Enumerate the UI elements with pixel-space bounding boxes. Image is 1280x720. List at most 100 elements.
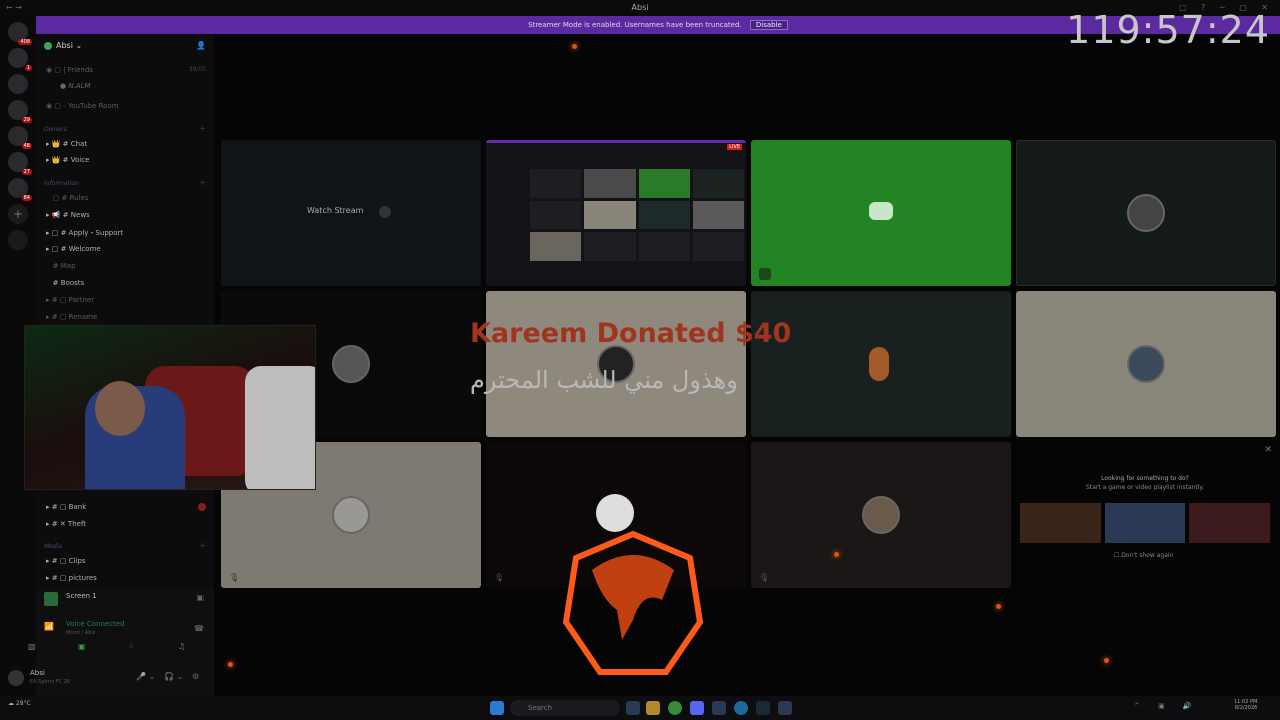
activity-card[interactable]	[1104, 503, 1186, 543]
channel-welcome[interactable]: ▸ ▢ # Welcome	[46, 245, 101, 253]
screen-icon[interactable]: ▣	[78, 642, 86, 651]
file-explorer-icon[interactable]	[646, 701, 660, 715]
channel-voice[interactable]: ▸ 👑 # Voice	[46, 156, 89, 164]
channel-pictures[interactable]: ▸ # ▢ pictures	[46, 574, 97, 582]
steam-icon[interactable]	[756, 701, 770, 715]
participant-tile[interactable]	[751, 291, 1011, 437]
category-owners[interactable]: Owners	[44, 126, 67, 133]
activities-icon[interactable]: ⁘	[128, 642, 135, 651]
badge: 29	[21, 117, 32, 123]
channel-rules[interactable]: ▢ # Rules	[46, 194, 89, 202]
participant-tile[interactable]	[486, 291, 746, 437]
ember-particle	[996, 604, 1001, 609]
voice-connected-status[interactable]: Voice Connected	[66, 620, 125, 628]
donation-message: وهذول مني للشب المحترم	[470, 366, 738, 394]
server-icon[interactable]: 27	[8, 152, 32, 175]
discord-logo-icon	[869, 202, 893, 220]
mini-tile	[692, 200, 744, 230]
channel-label: Theft	[67, 520, 87, 528]
ember-particle	[1104, 658, 1109, 663]
activity-card[interactable]	[1189, 503, 1271, 543]
tray-icons[interactable]: ^ ▣ 🔊	[1134, 702, 1200, 710]
server-icon[interactable]: 29	[8, 100, 32, 123]
channel-chat[interactable]: ▸ 👑 # Chat	[46, 140, 87, 148]
participant-tile[interactable]	[751, 140, 1011, 286]
mini-tile	[638, 232, 690, 261]
dont-show-again-checkbox[interactable]: ☐ Don't show again	[1114, 552, 1173, 559]
home-icon[interactable]: 408	[8, 22, 32, 45]
participant-avatar	[1127, 194, 1165, 232]
mini-tile	[692, 232, 744, 261]
voice-user[interactable]: ● N.ALM	[60, 82, 91, 90]
weather-widget[interactable]: ☁ 28°C	[8, 700, 31, 707]
channel-map[interactable]: # Map	[46, 262, 76, 270]
edge-icon[interactable]	[734, 701, 748, 715]
category-media[interactable]: Media	[44, 543, 62, 550]
popout-icon[interactable]: ▣	[196, 593, 204, 602]
back-forward-icon[interactable]: ← →	[6, 0, 22, 16]
ember-particle	[572, 44, 577, 49]
category-information[interactable]: Information	[44, 180, 79, 187]
channel-rename[interactable]: ▸ # ▢ Rename	[46, 313, 97, 321]
channel-news[interactable]: ▸ 📢 # News	[46, 211, 90, 219]
ember-particle	[228, 662, 233, 667]
app-icon[interactable]	[778, 701, 792, 715]
channel-label: Rules	[69, 194, 89, 202]
participant-avatar	[862, 496, 900, 534]
activity-card[interactable]	[1020, 503, 1101, 543]
disconnect-icon[interactable]: ☎	[194, 624, 204, 633]
participant-tile[interactable]	[1016, 140, 1276, 286]
stream-preview-tile[interactable]: LIVE	[486, 140, 746, 286]
popout-stream-icon[interactable]	[379, 206, 391, 218]
channel-label: Apply・Support	[68, 229, 124, 237]
channel-apply-support[interactable]: ▸ ▢ # Apply・Support	[46, 228, 123, 238]
add-channel-icon[interactable]: +	[199, 541, 206, 550]
disable-streamer-mode-button[interactable]: Disable	[749, 20, 788, 30]
voice-user-name: N.ALM	[68, 82, 91, 90]
soundboard-icon[interactable]: ♫	[178, 642, 185, 651]
badge: 1	[24, 65, 32, 71]
settings-gear-icon[interactable]: ⚙	[192, 672, 199, 681]
mini-tile	[530, 169, 582, 198]
clock-widget[interactable]: 11:02 PM 8/2/2026	[1234, 699, 1257, 711]
taskview-icon[interactable]	[626, 701, 640, 715]
discord-taskbar-icon[interactable]	[690, 701, 704, 715]
app-icon[interactable]	[712, 701, 726, 715]
stream-tile[interactable]: Watch Stream	[221, 140, 481, 286]
channel-boosts[interactable]: # Boosts	[46, 279, 85, 287]
channel-friends[interactable]: ◉ ▢ | Friends	[46, 66, 93, 74]
close-popup-icon[interactable]: ✕	[1264, 445, 1272, 455]
logo-eagle-head	[592, 555, 674, 640]
channel-bank[interactable]: ▸ # ▢ Bank	[46, 503, 86, 511]
channel-label: Rename	[68, 313, 98, 321]
mini-tile	[584, 169, 636, 198]
server-icon[interactable]: 48	[8, 126, 32, 149]
mini-tile	[638, 200, 690, 230]
weather-temp: 28°C	[15, 700, 31, 707]
add-server-icon[interactable]: +	[8, 204, 28, 224]
channel-partner[interactable]: ▸ # ▢ Partner	[46, 296, 94, 304]
server-icon[interactable]: 1	[8, 48, 32, 71]
channel-youtube[interactable]: ◉ ▢ - YouTube Room	[46, 102, 119, 110]
server-header[interactable]: Absi ⌄	[44, 41, 82, 50]
chrome-icon[interactable]	[668, 701, 682, 715]
add-member-icon[interactable]: 👤	[196, 41, 206, 50]
add-channel-icon[interactable]: +	[199, 178, 206, 187]
headphones-icon[interactable]: 🎧 ⌄	[164, 672, 183, 681]
channel-theft[interactable]: ▸ # ✕ Theft	[46, 520, 86, 528]
server-icon[interactable]	[8, 74, 28, 94]
add-channel-icon[interactable]: +	[199, 124, 206, 133]
discover-icon[interactable]	[8, 230, 28, 250]
camera-off-icon[interactable]: ▧	[28, 642, 36, 651]
server-icon[interactable]: 84	[8, 178, 32, 201]
channel-clips[interactable]: ▸ # ▢ Clips	[46, 557, 86, 565]
mic-icon[interactable]: 🎤 ⌄	[136, 672, 155, 681]
participant-tile[interactable]: 🎙	[751, 442, 1011, 588]
taskbar-search[interactable]: Search	[510, 700, 620, 716]
watch-stream-button[interactable]: Watch Stream	[307, 206, 363, 215]
participant-tile[interactable]	[1016, 291, 1276, 437]
channel-label: Welcome	[68, 245, 101, 253]
start-menu-icon[interactable]	[490, 701, 504, 715]
user-avatar[interactable]	[8, 670, 24, 686]
user-status: EA Sports FC 26	[30, 679, 71, 685]
